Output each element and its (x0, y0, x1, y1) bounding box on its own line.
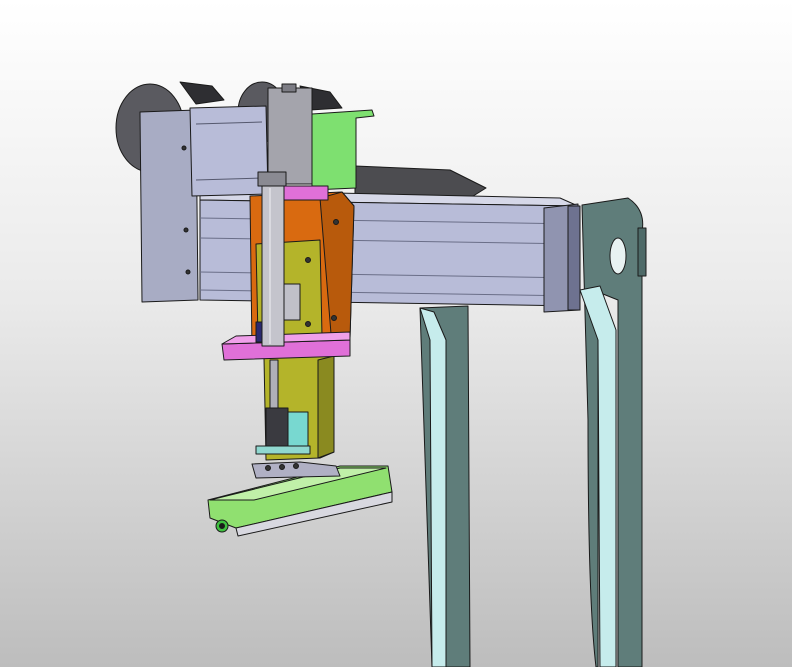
rod-coupling (265, 407, 289, 447)
gearbox-block (189, 105, 269, 197)
frame-hole (609, 237, 627, 275)
plate-bolt-2 (305, 321, 311, 327)
piston-rod (269, 359, 279, 413)
coupling-base (255, 445, 311, 455)
motor-cap-left (179, 81, 225, 105)
frame-tab (637, 227, 647, 277)
cylinder-nut (257, 171, 287, 187)
housing-bolt-1 (181, 145, 187, 151)
cylinder-port (255, 321, 263, 343)
housing-bolt-2 (183, 227, 189, 233)
cylinder-top-cap (267, 87, 313, 185)
plate-bolt-1 (305, 257, 311, 263)
cylinder-top-nut (281, 83, 297, 93)
clamp-bolt-3 (293, 463, 299, 469)
plate-bolt-4 (331, 315, 337, 321)
guide-block (281, 283, 301, 321)
cad-viewport[interactable] (0, 0, 792, 667)
cylinder-barrel (261, 185, 285, 347)
clamp-bolt-1 (265, 465, 271, 471)
beam-top-rail (354, 165, 487, 199)
gripper-plate[interactable] (207, 461, 393, 537)
plate-bolt-3 (333, 219, 339, 225)
gripper-pivot-hole (219, 523, 225, 529)
coupling-block-teal (287, 411, 309, 447)
beam-end-plate (567, 205, 581, 311)
clamp-bolt-2 (279, 464, 285, 470)
cad-model[interactable] (0, 0, 792, 667)
housing-bolt-3 (185, 269, 191, 275)
slide-lower-shade (317, 355, 335, 459)
